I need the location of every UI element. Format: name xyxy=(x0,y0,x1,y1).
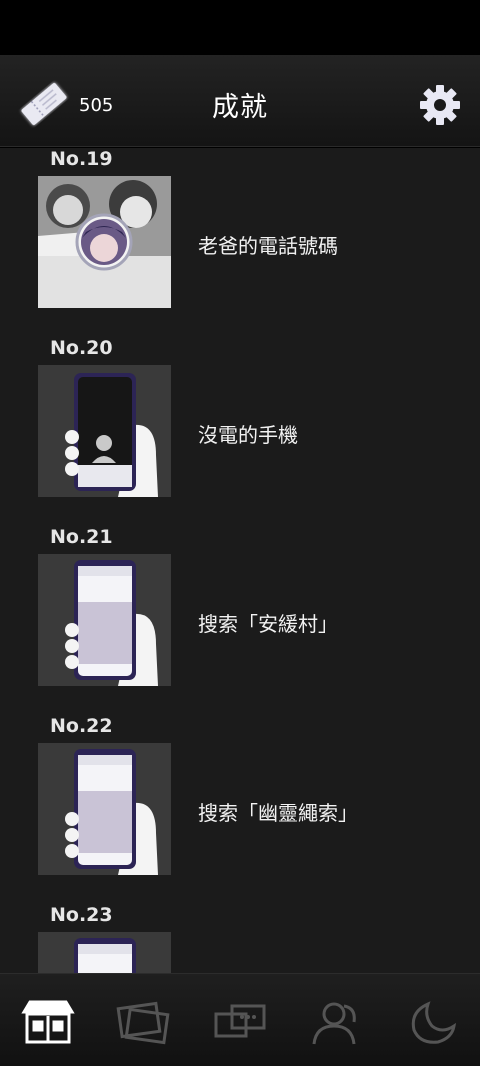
achievement-title: 搜索「安緩村」 xyxy=(198,612,338,636)
gear-icon[interactable] xyxy=(418,83,462,127)
achievement-thumbnail xyxy=(38,932,171,973)
header: 505 成就 xyxy=(0,55,480,147)
achievement-number: No.20 xyxy=(50,337,113,359)
page-title: 成就 xyxy=(212,92,268,123)
achievement-number: No.23 xyxy=(50,904,113,926)
moon-icon[interactable] xyxy=(402,998,462,1048)
achievement-thumbnail xyxy=(38,743,171,875)
achievement-thumbnail xyxy=(38,176,171,308)
achievement-item[interactable]: No.21 搜索「安緩村」 xyxy=(0,526,480,716)
achievement-item[interactable]: No.22 搜索「幽靈繩索」 xyxy=(0,715,480,905)
bottom-tab-bar xyxy=(0,973,480,1066)
achievement-title: 沒電的手機 xyxy=(198,423,298,447)
achievement-title: 老爸的電話號碼 xyxy=(198,234,338,258)
messages-icon[interactable] xyxy=(210,998,270,1048)
shop-icon[interactable] xyxy=(18,998,78,1048)
achievement-number: No.21 xyxy=(50,526,113,548)
status-bar xyxy=(0,0,480,55)
achievement-item[interactable]: No.23 xyxy=(0,904,480,973)
achievement-item[interactable]: No.20 沒電的手機 xyxy=(0,337,480,527)
contacts-icon[interactable] xyxy=(306,998,366,1048)
achievement-number: No.19 xyxy=(50,148,113,170)
achievement-thumbnail xyxy=(38,365,171,497)
achievement-item[interactable]: No.19 老爸的電話號碼 xyxy=(0,148,480,338)
achievement-list[interactable]: No.19 老爸的電話號碼 No.20 沒電的手機 No.21 搜索「安緩村」 … xyxy=(0,148,480,973)
achievement-number: No.22 xyxy=(50,715,113,737)
photos-icon[interactable] xyxy=(112,998,172,1048)
achievement-thumbnail xyxy=(38,554,171,686)
achievement-title: 搜索「幽靈繩索」 xyxy=(198,801,358,825)
